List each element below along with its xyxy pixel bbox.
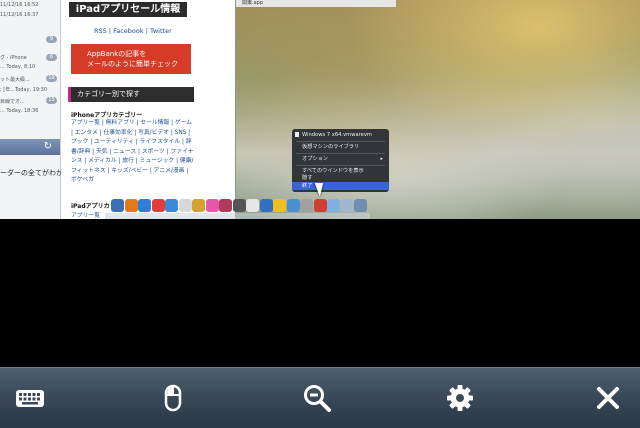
dock-app-icon[interactable] xyxy=(138,199,151,212)
settings-button[interactable] xyxy=(444,382,476,414)
dock-app-icon[interactable] xyxy=(259,199,273,212)
list-item-text: 11/12/16 16:37 xyxy=(0,12,39,18)
mouse-button[interactable] xyxy=(157,382,189,414)
menu-item-label: 隠す xyxy=(302,175,313,181)
dock-app-icon[interactable] xyxy=(273,199,286,212)
zoom-out-icon xyxy=(304,385,331,412)
refresh-icon[interactable]: ↻ xyxy=(44,141,52,153)
zoom-out-button[interactable] xyxy=(301,382,333,414)
menu-separator xyxy=(296,141,385,142)
dock-app-icon[interactable] xyxy=(178,199,192,212)
dock-app-icon[interactable] xyxy=(246,199,259,212)
dock-app-icon[interactable] xyxy=(219,199,232,212)
close-button[interactable] xyxy=(592,382,624,414)
dock-app-icon[interactable] xyxy=(165,199,178,212)
menu-separator xyxy=(296,165,385,166)
file-label[interactable]: 関東.app xyxy=(236,0,396,7)
unread-badge: 6 xyxy=(46,54,57,61)
message-list-panel: 11/12/16 16:52 11/12/16 16:37 9 グ - iPho… xyxy=(0,0,63,219)
remote-control-toolbar xyxy=(0,367,640,428)
remote-desktop-view[interactable]: 11/12/16 16:52 11/12/16 16:37 9 グ - iPho… xyxy=(0,0,640,219)
list-item-time: ... Today, 18:36 xyxy=(0,108,60,114)
list-item-time: ... Today, 8:10 xyxy=(0,64,60,70)
list-item[interactable]: 11/12/16 16:52 xyxy=(0,2,60,8)
list-item-text: 目線でオ... xyxy=(0,99,25,105)
menu-item-hide[interactable]: 隠す xyxy=(292,174,389,182)
dock-app-icon[interactable] xyxy=(286,199,300,212)
menu-item-vm[interactable]: Windows 7 x64.vmwarevm xyxy=(292,131,389,139)
dock-app-icon[interactable] xyxy=(340,199,354,212)
list-item-time: ; [年...Today, 19:30 xyxy=(0,86,60,93)
ipad-category-link[interactable]: アプリ一覧 xyxy=(71,210,100,219)
menu-separator xyxy=(296,153,385,154)
web-page: iPadアプリセール情報 RSS | Facebook | Twitter Ap… xyxy=(61,0,235,219)
document-icon xyxy=(295,132,299,137)
dock-app-icon[interactable] xyxy=(300,199,313,212)
dock-app-icon[interactable] xyxy=(327,199,340,212)
dock-context-menu: Windows 7 x64.vmwarevm 仮想マシンのライブラリ オプション… xyxy=(292,129,389,192)
submenu-arrow-icon: ▸ xyxy=(380,156,383,162)
menu-item-label: Windows 7 x64.vmwarevm xyxy=(302,132,372,138)
dock-app-icon[interactable] xyxy=(111,199,124,212)
dock-app-icon[interactable] xyxy=(124,199,138,212)
iphone-category-heading: iPhoneアプリカテゴリー xyxy=(71,112,143,119)
social-links[interactable]: RSS | Facebook | Twitter xyxy=(94,27,172,35)
menu-item-quit[interactable]: 終了 xyxy=(292,182,389,190)
promo-banner[interactable]: AppBankの記事を メールのように簡単チェック xyxy=(71,44,191,74)
menu-item-options[interactable]: オプション ▸ xyxy=(292,155,389,163)
list-item-text: ット最大級... xyxy=(0,77,30,83)
close-icon xyxy=(597,387,619,409)
category-heading: カテゴリー別で探す xyxy=(68,87,194,102)
keyboard-button[interactable] xyxy=(14,382,46,414)
refresh-bar: ↻ xyxy=(0,139,60,155)
unread-badge: 19 xyxy=(46,75,57,82)
iphone-category-links[interactable]: アプリー覧 | 無料アプリ | セール情報 | ゲーム | エンタメ | 仕事効… xyxy=(71,119,195,186)
list-item-text: ... Today, 18:36 xyxy=(0,108,39,114)
ipad-category-heading: iPadアプリカ xyxy=(71,203,110,210)
menu-item-label: 終了 xyxy=(302,183,313,189)
list-item-text: 11/12/16 16:52 xyxy=(0,2,39,8)
dock-shelf xyxy=(105,213,370,219)
banner-line: AppBankの記事を xyxy=(87,50,147,58)
mouse-icon xyxy=(164,384,182,412)
menu-item-label: 仮想マシンのライブラリ xyxy=(302,144,360,150)
menu-item-library[interactable]: 仮想マシンのライブラリ xyxy=(292,143,389,151)
keyboard-icon xyxy=(16,390,44,407)
list-item-text: ; [年...Today, 19:30 xyxy=(0,87,48,93)
unread-badge: 9 xyxy=(46,36,57,43)
unread-badge: 15 xyxy=(46,97,57,104)
dock-app-icon[interactable] xyxy=(205,199,219,212)
dock xyxy=(105,196,370,219)
menu-item-label: オプション xyxy=(302,156,328,162)
dock-app-icon[interactable] xyxy=(192,199,205,212)
list-item[interactable]: 11/12/16 16:37 xyxy=(0,12,60,18)
dock-app-icon[interactable] xyxy=(313,199,327,212)
list-item-text: ... Today, 8:10 xyxy=(0,64,36,70)
list-item-text: グ - iPhone xyxy=(0,55,27,61)
dock-app-icon[interactable] xyxy=(354,199,367,212)
gear-icon xyxy=(447,385,473,411)
banner-line: メールのように簡単チェック xyxy=(87,60,178,68)
article-snippet: ーダーの全てがわか xyxy=(0,169,63,177)
dock-app-icon[interactable] xyxy=(232,199,246,212)
site-logo[interactable]: iPadアプリセール情報 xyxy=(69,2,187,17)
dock-app-icon[interactable] xyxy=(151,199,165,212)
